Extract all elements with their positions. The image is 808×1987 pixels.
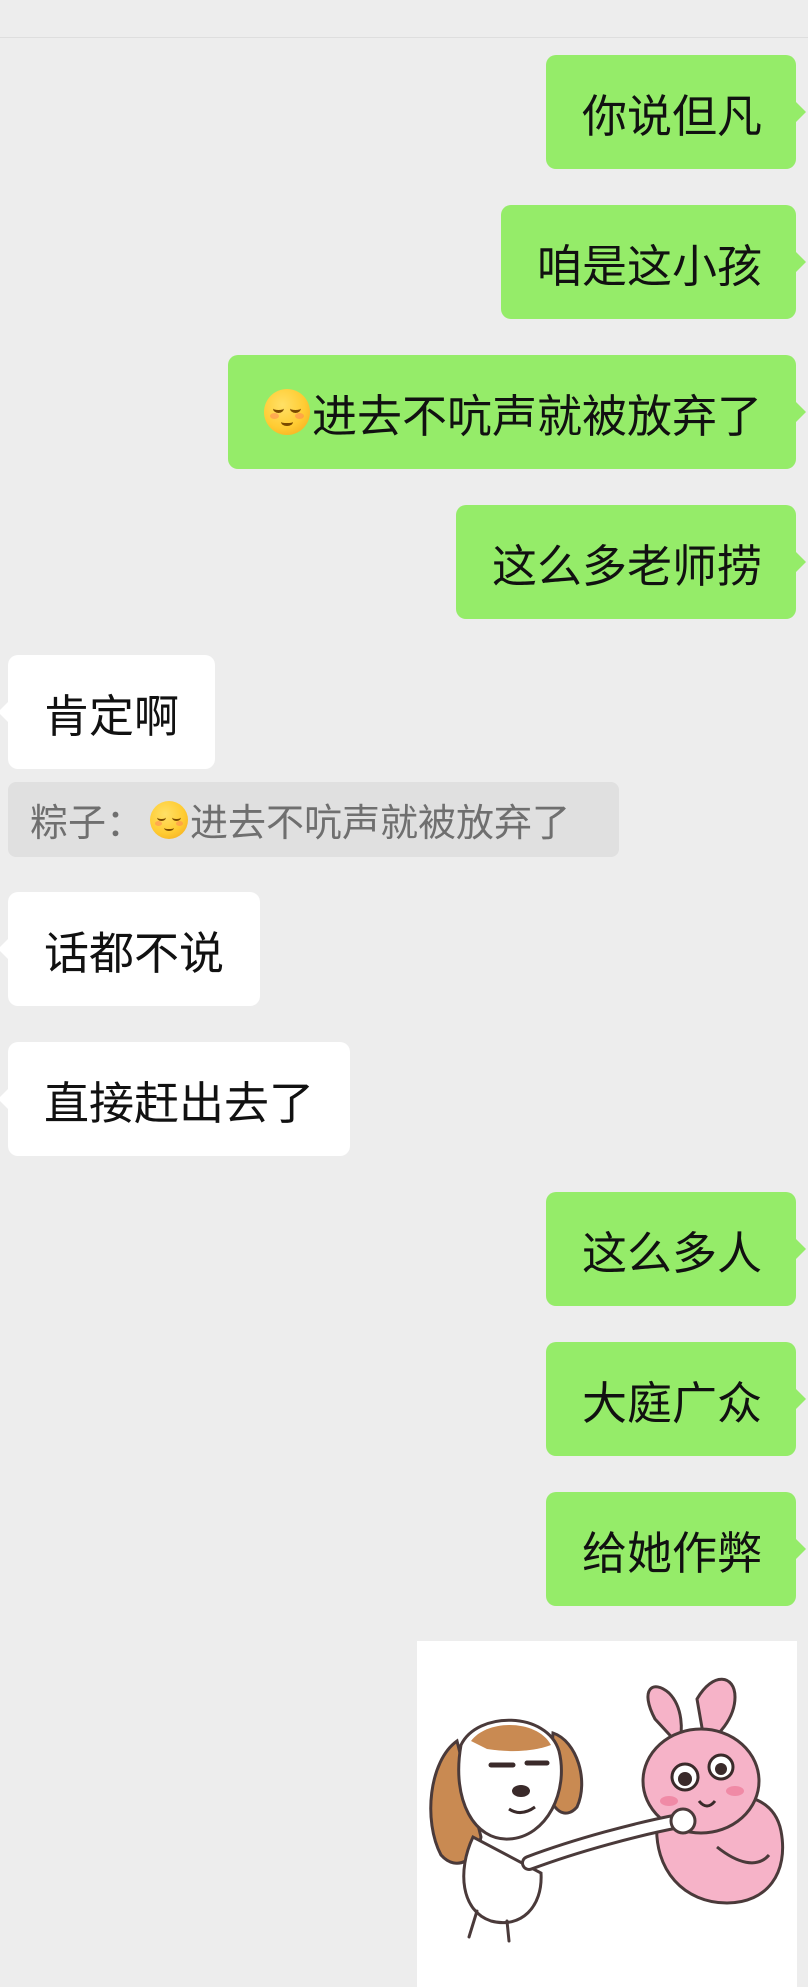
relieved-face-icon — [263, 389, 310, 435]
message-bubble-self[interactable]: 这么多老师捞 — [455, 505, 807, 619]
dog-pushing-bunny-sticker — [429, 1677, 784, 1943]
quoted-message[interactable]: 粽子： 进去不吭声就被放弃了 — [8, 782, 619, 857]
message-bubble-other[interactable]: 直接赶出去了 — [0, 1042, 351, 1156]
message-text: 这么多老师捞 — [491, 539, 762, 593]
message-text: 进去不吭声就被放弃了 — [311, 389, 762, 443]
quote-text: 进去不吭声就被放弃了 — [190, 801, 571, 845]
message-bubble-self[interactable]: 大庭广众 — [545, 1342, 807, 1456]
message-bubble-self[interactable]: 你说但凡 — [545, 55, 807, 169]
message-text: 这么多人 — [581, 1226, 762, 1280]
chat-area[interactable]: 你说但凡 咱是这小孩 进去不吭声就被放弃了 这么多老师捞 肯定啊 粽子： 进去不… — [0, 0, 808, 1987]
message-text: 咱是这小孩 — [536, 239, 762, 293]
message-bubble-self[interactable]: 进去不吭声就被放弃了 — [227, 355, 807, 469]
message-text: 你说但凡 — [581, 89, 762, 143]
message-text: 话都不说 — [44, 926, 225, 980]
relieved-face-icon — [150, 800, 189, 839]
quote-sender: 粽子： — [30, 801, 145, 845]
message-bubble-self[interactable]: 咱是这小孩 — [500, 205, 807, 319]
message-bubble-other[interactable]: 话都不说 — [0, 892, 261, 1006]
message-bubble-other[interactable]: 肯定啊 — [0, 655, 216, 769]
message-text: 给她作弊 — [581, 1526, 762, 1580]
message-bubble-self[interactable]: 给她作弊 — [545, 1492, 807, 1606]
message-text: 直接赶出去了 — [44, 1076, 315, 1130]
message-text: 肯定啊 — [44, 689, 180, 743]
message-bubble-self[interactable]: 这么多人 — [545, 1192, 807, 1306]
sticker-image[interactable] — [417, 1641, 797, 1987]
message-text: 大庭广众 — [581, 1376, 762, 1430]
